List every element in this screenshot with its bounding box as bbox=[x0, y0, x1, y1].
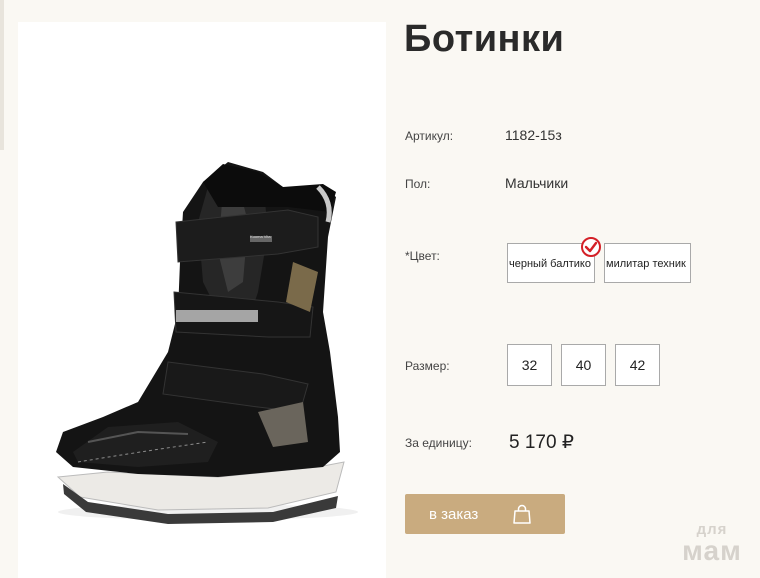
add-to-order-label: в заказ bbox=[429, 505, 479, 523]
size-option-42[interactable]: 42 bbox=[615, 344, 660, 386]
page-edge bbox=[0, 0, 4, 150]
selected-check-icon bbox=[581, 237, 601, 257]
size-option-32[interactable]: 32 bbox=[507, 344, 552, 386]
boot-badge-text: Kuoma Vita bbox=[250, 234, 271, 239]
size-option-40[interactable]: 40 bbox=[561, 344, 606, 386]
page-title: Ботинки bbox=[404, 18, 565, 60]
price-value: 5 170 ₽ bbox=[509, 432, 574, 453]
article-value: 1182-15з bbox=[505, 127, 562, 143]
color-option-label: милитар техник bbox=[606, 258, 686, 270]
size-label: Размер: bbox=[405, 359, 450, 373]
color-option-militar-technik[interactable]: милитар техник bbox=[604, 243, 691, 283]
gender-label: Пол: bbox=[405, 177, 431, 191]
boot-illustration bbox=[56, 162, 358, 524]
article-label: Артикул: bbox=[405, 129, 454, 143]
color-option-label: черный балтико bbox=[509, 258, 591, 270]
gender-value: Мальчики bbox=[505, 175, 569, 191]
product-image: Kuoma Vita bbox=[18, 22, 386, 578]
price-label: За единицу: bbox=[405, 436, 472, 450]
add-to-order-button[interactable]: в заказ bbox=[405, 494, 565, 534]
watermark-line2: мам bbox=[682, 535, 742, 566]
watermark-logo: для мам bbox=[672, 522, 752, 565]
shopping-bag-icon bbox=[513, 504, 531, 524]
color-label: *Цвет: bbox=[405, 249, 440, 263]
